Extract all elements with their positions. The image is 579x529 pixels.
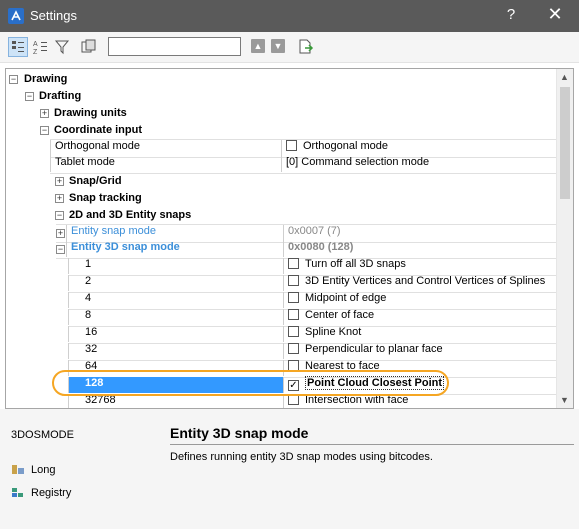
vertical-scrollbar[interactable]: ▲ ▼ xyxy=(556,69,573,408)
bit-row[interactable]: 32 Perpendicular to planar face xyxy=(68,343,556,361)
checkbox[interactable] xyxy=(286,140,297,151)
categorized-view-icon[interactable] xyxy=(8,37,28,57)
bit-label: Spline Knot xyxy=(305,326,362,338)
bit-value[interactable]: ✓ Point Cloud Closest Point xyxy=(284,376,556,393)
bit-value[interactable]: 3D Entity Vertices and Control Vertices … xyxy=(284,275,556,291)
prop-entity-3d-snap-mode[interactable]: − Entity 3D snap mode 0x0080 (128) xyxy=(56,241,556,259)
scroll-down-icon[interactable]: ▼ xyxy=(560,395,569,405)
tree-node-snap-tracking[interactable]: + Snap tracking xyxy=(6,190,556,207)
type-icon xyxy=(11,463,25,475)
bit-label: Perpendicular to planar face xyxy=(305,343,443,355)
up-arrow-icon[interactable]: ▲ xyxy=(251,39,265,53)
tree-node-drafting[interactable]: − Drafting xyxy=(6,88,556,105)
bit-value[interactable]: Nearest to face xyxy=(284,360,556,376)
app-icon xyxy=(8,8,24,24)
title-bar: Settings ? ✕ xyxy=(0,0,579,32)
tree-node-coordinate-input[interactable]: − Coordinate input xyxy=(6,122,556,139)
expand-icon[interactable]: + xyxy=(40,109,49,118)
checkbox[interactable] xyxy=(288,258,299,269)
bit-row[interactable]: 2 3D Entity Vertices and Control Vertices… xyxy=(68,275,556,293)
variable-name: 3DOSMODE xyxy=(11,429,74,441)
help-button[interactable]: ? xyxy=(504,6,518,23)
registry-icon xyxy=(11,486,25,498)
bit-value[interactable]: Perpendicular to planar face xyxy=(284,343,556,359)
toolbar: AZ ▲ ▼ xyxy=(0,32,579,63)
bit-row[interactable]: 128 ✓ Point Cloud Closest Point xyxy=(68,376,556,395)
details-description: Defines running entity 3D snap modes usi… xyxy=(170,451,433,463)
checkbox[interactable] xyxy=(288,309,299,320)
bit-label: Midpoint of edge xyxy=(305,292,387,304)
bit-row[interactable]: 16 Spline Knot xyxy=(68,326,556,344)
bit-code: 128 xyxy=(68,377,284,393)
bit-row[interactable]: 4 Midpoint of edge xyxy=(68,292,556,310)
bit-value[interactable]: Turn off all 3D snaps xyxy=(284,258,556,274)
bit-code: 8 xyxy=(68,309,284,325)
checkbox[interactable] xyxy=(288,275,299,286)
bit-code: 32 xyxy=(68,343,284,359)
bit-label: Nearest to face xyxy=(305,360,380,372)
scope-label: Registry xyxy=(11,486,71,499)
export-icon[interactable] xyxy=(80,38,98,56)
collapse-icon[interactable]: − xyxy=(25,92,34,101)
checkbox[interactable] xyxy=(288,292,299,303)
bit-label: Point Cloud Closest Point xyxy=(305,376,445,390)
collapse-icon[interactable]: − xyxy=(40,126,49,135)
close-button[interactable]: ✕ xyxy=(546,4,564,25)
bit-code: 2 xyxy=(68,275,284,291)
window-title: Settings xyxy=(30,8,77,23)
bit-code: 1 xyxy=(68,258,284,274)
filter-icon[interactable] xyxy=(54,38,72,56)
bit-code: 16 xyxy=(68,326,284,342)
tree-node-snap-grid[interactable]: + Snap/Grid xyxy=(6,173,556,190)
bit-label: Intersection with face xyxy=(305,394,409,406)
details-divider xyxy=(170,444,574,445)
bit-value[interactable]: Center of face xyxy=(284,309,556,325)
open-file-icon[interactable] xyxy=(297,38,315,56)
collapse-icon[interactable]: − xyxy=(56,245,65,254)
bit-label: Turn off all 3D snaps xyxy=(305,258,406,270)
checkbox[interactable]: ✓ xyxy=(288,380,299,391)
expand-icon[interactable]: + xyxy=(55,177,64,186)
bit-row[interactable]: 1 Turn off all 3D snaps xyxy=(68,258,556,276)
prop-tablet-mode[interactable]: Tablet mode [0] Command selection mode xyxy=(50,156,556,174)
tree-node-drawing[interactable]: − Drawing xyxy=(6,71,556,88)
bit-label: 3D Entity Vertices and Control Vertices … xyxy=(305,275,546,287)
checkbox[interactable] xyxy=(288,360,299,371)
down-arrow-icon[interactable]: ▼ xyxy=(271,39,285,53)
bit-value[interactable]: Spline Knot xyxy=(284,326,556,342)
alphabetic-view-icon[interactable]: AZ xyxy=(31,38,49,56)
bit-code: 64 xyxy=(68,360,284,376)
svg-text:A: A xyxy=(33,41,38,48)
svg-text:Z: Z xyxy=(33,49,38,56)
collapse-icon[interactable]: − xyxy=(9,75,18,84)
checkbox[interactable] xyxy=(288,326,299,337)
bit-value[interactable]: Intersection with face xyxy=(284,394,556,408)
tree-node-drawing-units[interactable]: + Drawing units xyxy=(6,105,556,122)
scroll-up-icon[interactable]: ▲ xyxy=(560,72,569,82)
checkbox[interactable] xyxy=(288,394,299,405)
bit-value[interactable]: Midpoint of edge xyxy=(284,292,556,308)
settings-tree[interactable]: − Drawing − Drafting + Drawing units − C… xyxy=(5,68,574,409)
type-label: Long xyxy=(11,463,55,476)
bit-row[interactable]: 8 Center of face xyxy=(68,309,556,327)
ortho-value[interactable]: Orthogonal mode xyxy=(282,140,556,156)
tree-node-entity-snaps[interactable]: − 2D and 3D Entity snaps xyxy=(6,207,556,224)
expand-icon[interactable]: + xyxy=(55,194,64,203)
bit-code: 4 xyxy=(68,292,284,308)
checkbox[interactable] xyxy=(288,343,299,354)
collapse-icon[interactable]: − xyxy=(55,211,64,220)
bit-row[interactable]: 32768 Intersection with face xyxy=(68,394,556,408)
tablet-value[interactable]: [0] Command selection mode xyxy=(282,156,556,172)
search-input[interactable] xyxy=(108,37,241,56)
scroll-thumb[interactable] xyxy=(560,87,570,199)
details-panel: 3DOSMODE Entity 3D snap mode Defines run… xyxy=(0,409,579,529)
expand-icon[interactable]: + xyxy=(56,229,65,238)
bit-code: 32768 xyxy=(68,394,284,408)
details-title: Entity 3D snap mode xyxy=(170,425,309,441)
bit-label: Center of face xyxy=(305,309,375,321)
